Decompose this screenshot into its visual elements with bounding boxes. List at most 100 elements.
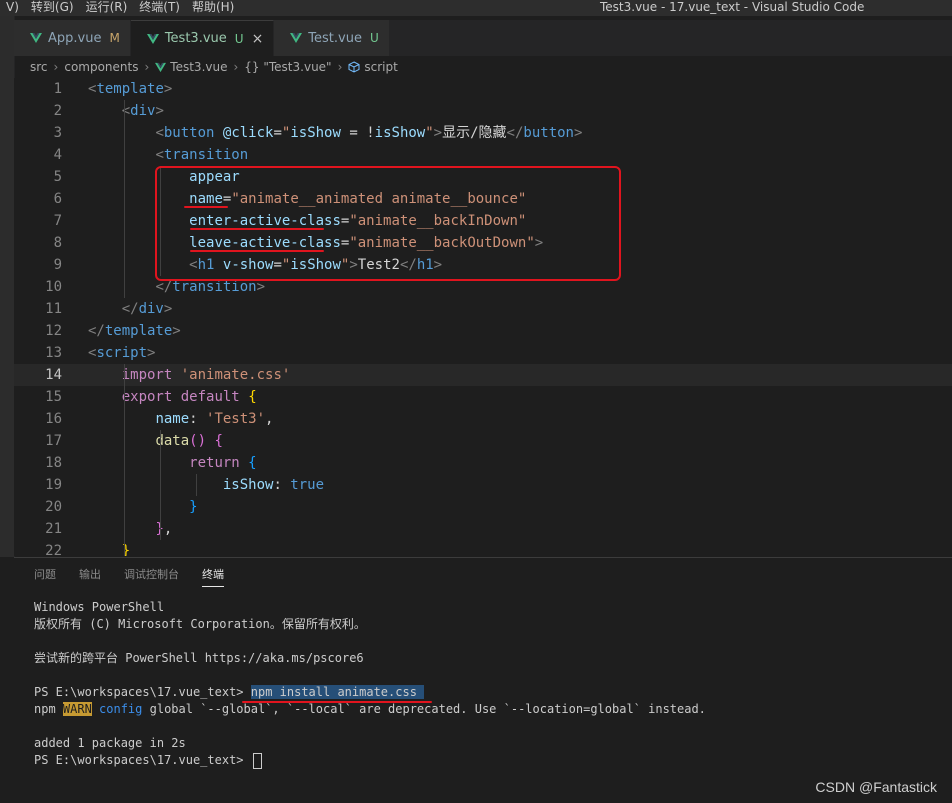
- code-line[interactable]: 3 <button @click="isShow = !isShow">显示/隐…: [14, 122, 952, 144]
- code-line[interactable]: 1 <template>: [14, 78, 952, 100]
- menu-help[interactable]: 帮助(H): [186, 0, 240, 16]
- tab-label: App.vue: [48, 30, 102, 46]
- warn-prefix: npm: [34, 702, 63, 716]
- code-line[interactable]: 21 },: [14, 518, 952, 540]
- code-line[interactable]: 17 data() {: [14, 430, 952, 452]
- code-line[interactable]: 18 return {: [14, 452, 952, 474]
- code-line[interactable]: 20 }: [14, 496, 952, 518]
- code-text: import 'animate.css': [121, 367, 291, 383]
- line-number: 6: [53, 191, 62, 207]
- vue-file-icon: [30, 33, 42, 43]
- warn-badge: WARN: [62, 702, 92, 716]
- menu-terminal[interactable]: 终端(T): [133, 0, 186, 16]
- watermark: CSDN @Fantastick: [815, 779, 937, 795]
- menu-go[interactable]: 转到(G): [25, 0, 80, 16]
- code-line[interactable]: 4 <transition: [14, 144, 952, 166]
- warn-message: global `--global`, `--local` are depreca…: [142, 702, 706, 716]
- code-text: name: 'Test3',: [155, 411, 274, 427]
- tab-test3-vue[interactable]: Test3.vue U ×: [130, 20, 275, 56]
- terminal-command: npm install animate.css: [250, 685, 425, 699]
- annotation-underline: [190, 250, 324, 252]
- git-status-badge: U: [369, 31, 379, 45]
- annotation-highlight-box: [155, 166, 621, 281]
- breadcrumb: src › components › Test3.vue › {} "Test3…: [14, 56, 952, 78]
- code-text: </div>: [121, 301, 173, 317]
- code-line[interactable]: 22 }: [14, 540, 952, 556]
- line-number: 16: [45, 411, 62, 427]
- window-title: Test3.vue - 17.vue_text - Visual Studio …: [600, 0, 865, 14]
- code-line[interactable]: 19 isShow: true: [14, 474, 952, 496]
- vue-file-icon: [146, 33, 159, 44]
- terminal-line: Windows PowerShell: [34, 600, 165, 614]
- code-text: <div>: [121, 103, 164, 119]
- code-line[interactable]: 14 import 'animate.css': [14, 364, 952, 386]
- indent-guide: [124, 364, 125, 556]
- code-line[interactable]: 13 <script>: [14, 342, 952, 364]
- line-number: 19: [45, 477, 62, 493]
- tab-label: Test.vue: [308, 30, 362, 46]
- code-text: data() {: [155, 433, 223, 449]
- code-text: </template>: [88, 323, 181, 339]
- vue-file-icon: [290, 33, 303, 43]
- tab-test-vue[interactable]: Test.vue U: [274, 20, 390, 56]
- chevron-right-icon: ›: [144, 60, 150, 74]
- indent-guide: [196, 474, 197, 496]
- warn-config: config: [91, 702, 143, 716]
- line-number: 15: [45, 389, 62, 405]
- line-number: 12: [45, 323, 62, 339]
- code-line[interactable]: 15 export default {: [14, 386, 952, 408]
- line-number: 7: [53, 213, 62, 229]
- code-text: <button @click="isShow = !isShow">显示/隐藏<…: [155, 125, 583, 141]
- line-number: 18: [45, 455, 62, 471]
- line-number: 21: [45, 521, 62, 537]
- line-number: 22: [45, 543, 62, 556]
- menu-view[interactable]: V): [0, 0, 25, 16]
- line-number: 4: [53, 147, 62, 163]
- line-number: 11: [45, 301, 62, 317]
- tab-label: Test3.vue: [164, 31, 227, 46]
- breadcrumb-src[interactable]: src: [30, 60, 48, 74]
- menu-bar: V) 转到(G) 运行(R) 终端(T) 帮助(H): [0, 0, 240, 16]
- line-number: 8: [53, 235, 62, 251]
- breadcrumb-components[interactable]: components: [64, 60, 138, 74]
- terminal-line: 尝试新的跨平台 PowerShell https://aka.ms/pscore…: [34, 651, 364, 665]
- line-number: 13: [45, 345, 62, 361]
- annotation-underline: [184, 206, 228, 208]
- terminal-prompt: PS E:\workspaces\17.vue_text>: [34, 753, 251, 767]
- line-number: 5: [53, 169, 62, 185]
- breadcrumb-file[interactable]: Test3.vue: [170, 60, 227, 74]
- terminal-line: 版权所有 (C) Microsoft Corporation。保留所有权利。: [34, 617, 366, 631]
- line-number: 20: [45, 499, 62, 515]
- code-text: export default {: [121, 389, 257, 405]
- terminal-prompt-line[interactable]: PS E:\workspaces\17.vue_text>: [34, 752, 262, 769]
- menu-run[interactable]: 运行(R): [80, 0, 134, 16]
- code-line[interactable]: 12 </template>: [14, 320, 952, 342]
- terminal-command-line: PS E:\workspaces\17.vue_text> npm instal…: [34, 684, 425, 701]
- code-line[interactable]: 2 <div>: [14, 100, 952, 122]
- tab-debug-console[interactable]: 调试控制台: [124, 566, 179, 587]
- chevron-right-icon: ›: [53, 60, 59, 74]
- tab-app-vue[interactable]: App.vue M: [14, 20, 131, 56]
- code-text: }: [189, 499, 198, 515]
- code-text: return {: [189, 455, 257, 471]
- breadcrumb-script[interactable]: script: [364, 60, 397, 74]
- code-line[interactable]: 16 name: 'Test3',: [14, 408, 952, 430]
- line-number: 10: [45, 279, 62, 295]
- git-status-badge: U: [234, 31, 244, 46]
- terminal-line: added 1 package in 2s: [34, 736, 186, 750]
- panel-tabs: 问题 输出 调试控制台 终端: [34, 566, 247, 587]
- indent-guide: [160, 430, 161, 540]
- close-icon[interactable]: ×: [252, 31, 264, 47]
- vue-file-icon: [155, 62, 167, 72]
- tab-output[interactable]: 输出: [79, 566, 101, 587]
- code-editor[interactable]: 1 <template> 2 <div> 3 <button @click="isSh…: [14, 78, 952, 556]
- activity-bar: [0, 16, 15, 557]
- code-line[interactable]: 11 </div>: [14, 298, 952, 320]
- tab-problems[interactable]: 问题: [34, 566, 56, 587]
- tab-terminal[interactable]: 终端: [202, 566, 224, 587]
- code-text: <script>: [88, 345, 156, 361]
- breadcrumb-module[interactable]: {} "Test3.vue": [244, 60, 331, 74]
- chevron-right-icon: ›: [337, 60, 343, 74]
- line-number: 9: [53, 257, 62, 273]
- terminal-prompt: PS E:\workspaces\17.vue_text>: [34, 685, 251, 699]
